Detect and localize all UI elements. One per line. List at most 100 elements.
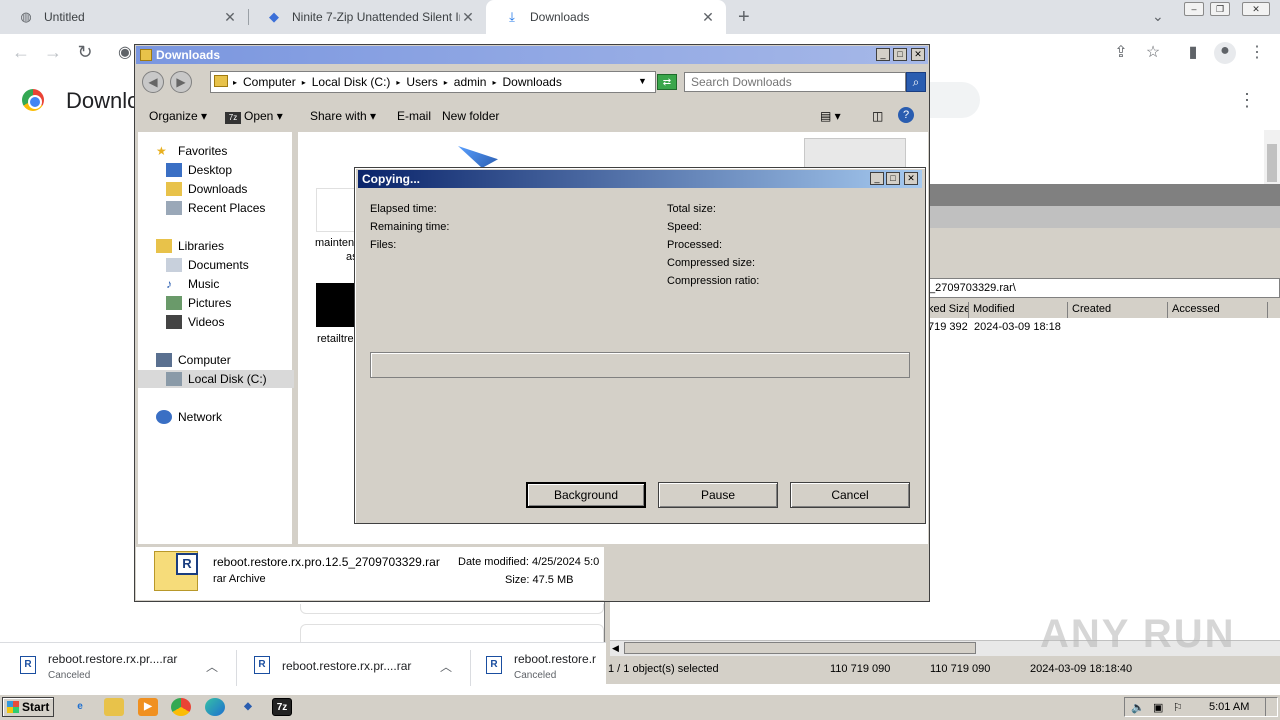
change-view-icon[interactable]: ▤ ▾ xyxy=(820,109,841,123)
close-icon[interactable]: ✕ xyxy=(911,48,925,61)
start-button[interactable]: Start xyxy=(2,697,54,717)
search-icon[interactable]: ⌕ xyxy=(906,72,926,92)
nav-pictures[interactable]: Pictures xyxy=(166,294,231,312)
breadcrumb-item[interactable]: Users xyxy=(406,75,437,89)
restore-icon[interactable]: ❐ xyxy=(1210,2,1230,16)
file-label[interactable]: mainten xyxy=(315,237,354,249)
close-icon[interactable]: ✕ xyxy=(700,9,716,26)
more-options-icon[interactable]: ⋮ xyxy=(1238,90,1256,111)
chrome-icon[interactable] xyxy=(171,698,191,716)
file-label[interactable]: retailtre xyxy=(317,333,354,345)
back-arrow-icon[interactable]: ◀ xyxy=(142,71,164,93)
open-button[interactable]: 7z Open ▾ xyxy=(225,109,283,124)
cancel-button[interactable]: Cancel xyxy=(790,482,910,508)
profile-avatar-icon[interactable]: ● xyxy=(1214,42,1236,64)
nav-computer[interactable]: Computer xyxy=(156,351,231,369)
chevron-up-icon[interactable]: ︿ xyxy=(440,658,452,675)
file-icon[interactable] xyxy=(316,188,356,232)
minimize-icon[interactable]: _ xyxy=(876,48,890,61)
7zip-icon[interactable]: 7z xyxy=(272,698,292,716)
copying-dialog-titlebar[interactable]: Copying... xyxy=(358,170,922,188)
tab-untitled[interactable]: ◍ Untitled ✕ xyxy=(0,0,248,34)
chrome-menu-icon[interactable]: ⋮ xyxy=(1246,42,1268,64)
ninite-icon[interactable]: ◆ xyxy=(238,698,258,716)
close-icon[interactable]: ✕ xyxy=(460,9,476,26)
scrollbar-thumb[interactable] xyxy=(1267,144,1277,182)
bookmark-star-icon[interactable]: ☆ xyxy=(1142,42,1164,64)
nav-recent-places[interactable]: Recent Places xyxy=(166,199,265,217)
tab-ninite[interactable]: ◆ Ninite 7-Zip Unattended Silent Install… xyxy=(248,0,486,34)
close-icon[interactable]: ✕ xyxy=(222,9,238,26)
dropdown-arrow-icon[interactable]: ▼ xyxy=(638,76,647,86)
nav-favorites[interactable]: ★ Favorites xyxy=(156,142,227,160)
breadcrumb-item[interactable]: Local Disk (C:) xyxy=(312,75,391,89)
refresh-icon[interactable]: ⇄ xyxy=(657,74,677,90)
preview-pane-icon[interactable]: ◫ xyxy=(872,109,883,123)
nav-documents[interactable]: Documents xyxy=(166,256,249,274)
email-button[interactable]: E-mail xyxy=(397,109,431,123)
download-item[interactable]: R reboot.restore.rx.pr....rar ︿ xyxy=(254,650,460,686)
breadcrumb[interactable]: ▸ Computer ▸ Local Disk (C:) ▸ Users ▸ a… xyxy=(210,71,656,93)
nav-downloads[interactable]: Downloads xyxy=(166,180,247,198)
scrollbar-thumb[interactable] xyxy=(624,642,976,654)
shelf-divider xyxy=(236,650,237,686)
network-tray-icon[interactable]: ▣ xyxy=(1153,701,1163,714)
volume-icon[interactable]: 🔈 xyxy=(1131,701,1145,714)
scroll-left-icon[interactable]: ◀ xyxy=(612,643,619,654)
nav-network[interactable]: Network xyxy=(156,408,222,426)
nav-videos[interactable]: Videos xyxy=(166,313,224,331)
minimize-icon[interactable]: – xyxy=(1184,2,1204,16)
search-input[interactable] xyxy=(684,72,906,92)
explorer-icon[interactable] xyxy=(104,698,124,716)
detail-size: Size: 47.5 MB xyxy=(505,574,574,586)
show-desktop-button[interactable] xyxy=(1265,698,1275,716)
download-item[interactable]: R reboot.restore.r Canceled xyxy=(486,650,604,686)
site-info-icon[interactable]: ◉ xyxy=(114,42,136,64)
breadcrumb-item[interactable]: Downloads xyxy=(502,75,561,89)
breadcrumb-item[interactable]: Computer xyxy=(243,75,296,89)
download-item[interactable]: R reboot.restore.rx.pr....rar Canceled ︿ xyxy=(20,650,226,686)
side-panel-icon[interactable]: ▮ xyxy=(1182,42,1204,64)
media-player-icon[interactable]: ▶ xyxy=(138,698,158,716)
new-folder-button[interactable]: New folder xyxy=(442,109,499,123)
shelf-divider xyxy=(470,650,471,686)
column-modified[interactable]: Modified xyxy=(969,302,1068,318)
organize-button[interactable]: Organize ▾ xyxy=(149,109,207,123)
forward-arrow-icon[interactable]: → xyxy=(42,42,64,63)
tab-search-chevron-icon[interactable]: ⌄ xyxy=(1152,8,1164,25)
column-accessed[interactable]: Accessed xyxy=(1168,302,1268,318)
nav-libraries[interactable]: Libraries xyxy=(156,237,224,255)
pause-button[interactable]: Pause xyxy=(658,482,778,508)
nav-local-disk[interactable]: Local Disk (C:) xyxy=(138,370,294,388)
chevron-up-icon[interactable]: ︿ xyxy=(206,658,218,675)
disk-drive-icon xyxy=(166,372,182,386)
background-button[interactable]: Background xyxy=(526,482,646,508)
file-thumbnail[interactable] xyxy=(316,283,356,327)
column-created[interactable]: Created xyxy=(1068,302,1168,318)
close-window-icon[interactable]: ✕ xyxy=(1242,2,1270,16)
maximize-icon[interactable]: □ xyxy=(886,172,900,185)
forward-arrow-icon[interactable]: ▶ xyxy=(170,71,192,93)
back-arrow-icon[interactable]: ← xyxy=(10,42,32,63)
sevenzip-address-field[interactable]: _2709703329.rar\ xyxy=(924,278,1280,298)
chrome-logo-icon xyxy=(22,89,44,111)
breadcrumb-item[interactable]: admin xyxy=(454,75,487,89)
close-icon[interactable]: ✕ xyxy=(904,172,918,185)
tab-downloads[interactable]: ⤓ Downloads ✕ xyxy=(486,0,726,34)
explorer-titlebar[interactable]: Downloads xyxy=(136,46,928,64)
ie-icon[interactable]: e xyxy=(70,698,90,716)
maximize-icon[interactable]: □ xyxy=(893,48,907,61)
clock[interactable]: 5:01 AM xyxy=(1209,701,1249,713)
share-with-button[interactable]: Share with ▾ xyxy=(310,109,376,123)
new-tab-button[interactable]: + xyxy=(738,6,750,29)
action-center-flag-icon[interactable]: ⚐ xyxy=(1173,701,1183,714)
edge-icon[interactable] xyxy=(205,698,225,716)
page-scrollbar[interactable] xyxy=(1264,130,1280,186)
column-packed-size[interactable]: ked Size xyxy=(924,302,969,318)
nav-desktop[interactable]: Desktop xyxy=(166,161,232,179)
nav-music[interactable]: ♪ Music xyxy=(166,275,219,293)
share-icon[interactable]: ⇪ xyxy=(1110,42,1132,64)
reload-icon[interactable]: ↻ xyxy=(74,42,96,63)
help-icon[interactable]: ? xyxy=(898,107,914,123)
minimize-icon[interactable]: _ xyxy=(870,172,884,185)
